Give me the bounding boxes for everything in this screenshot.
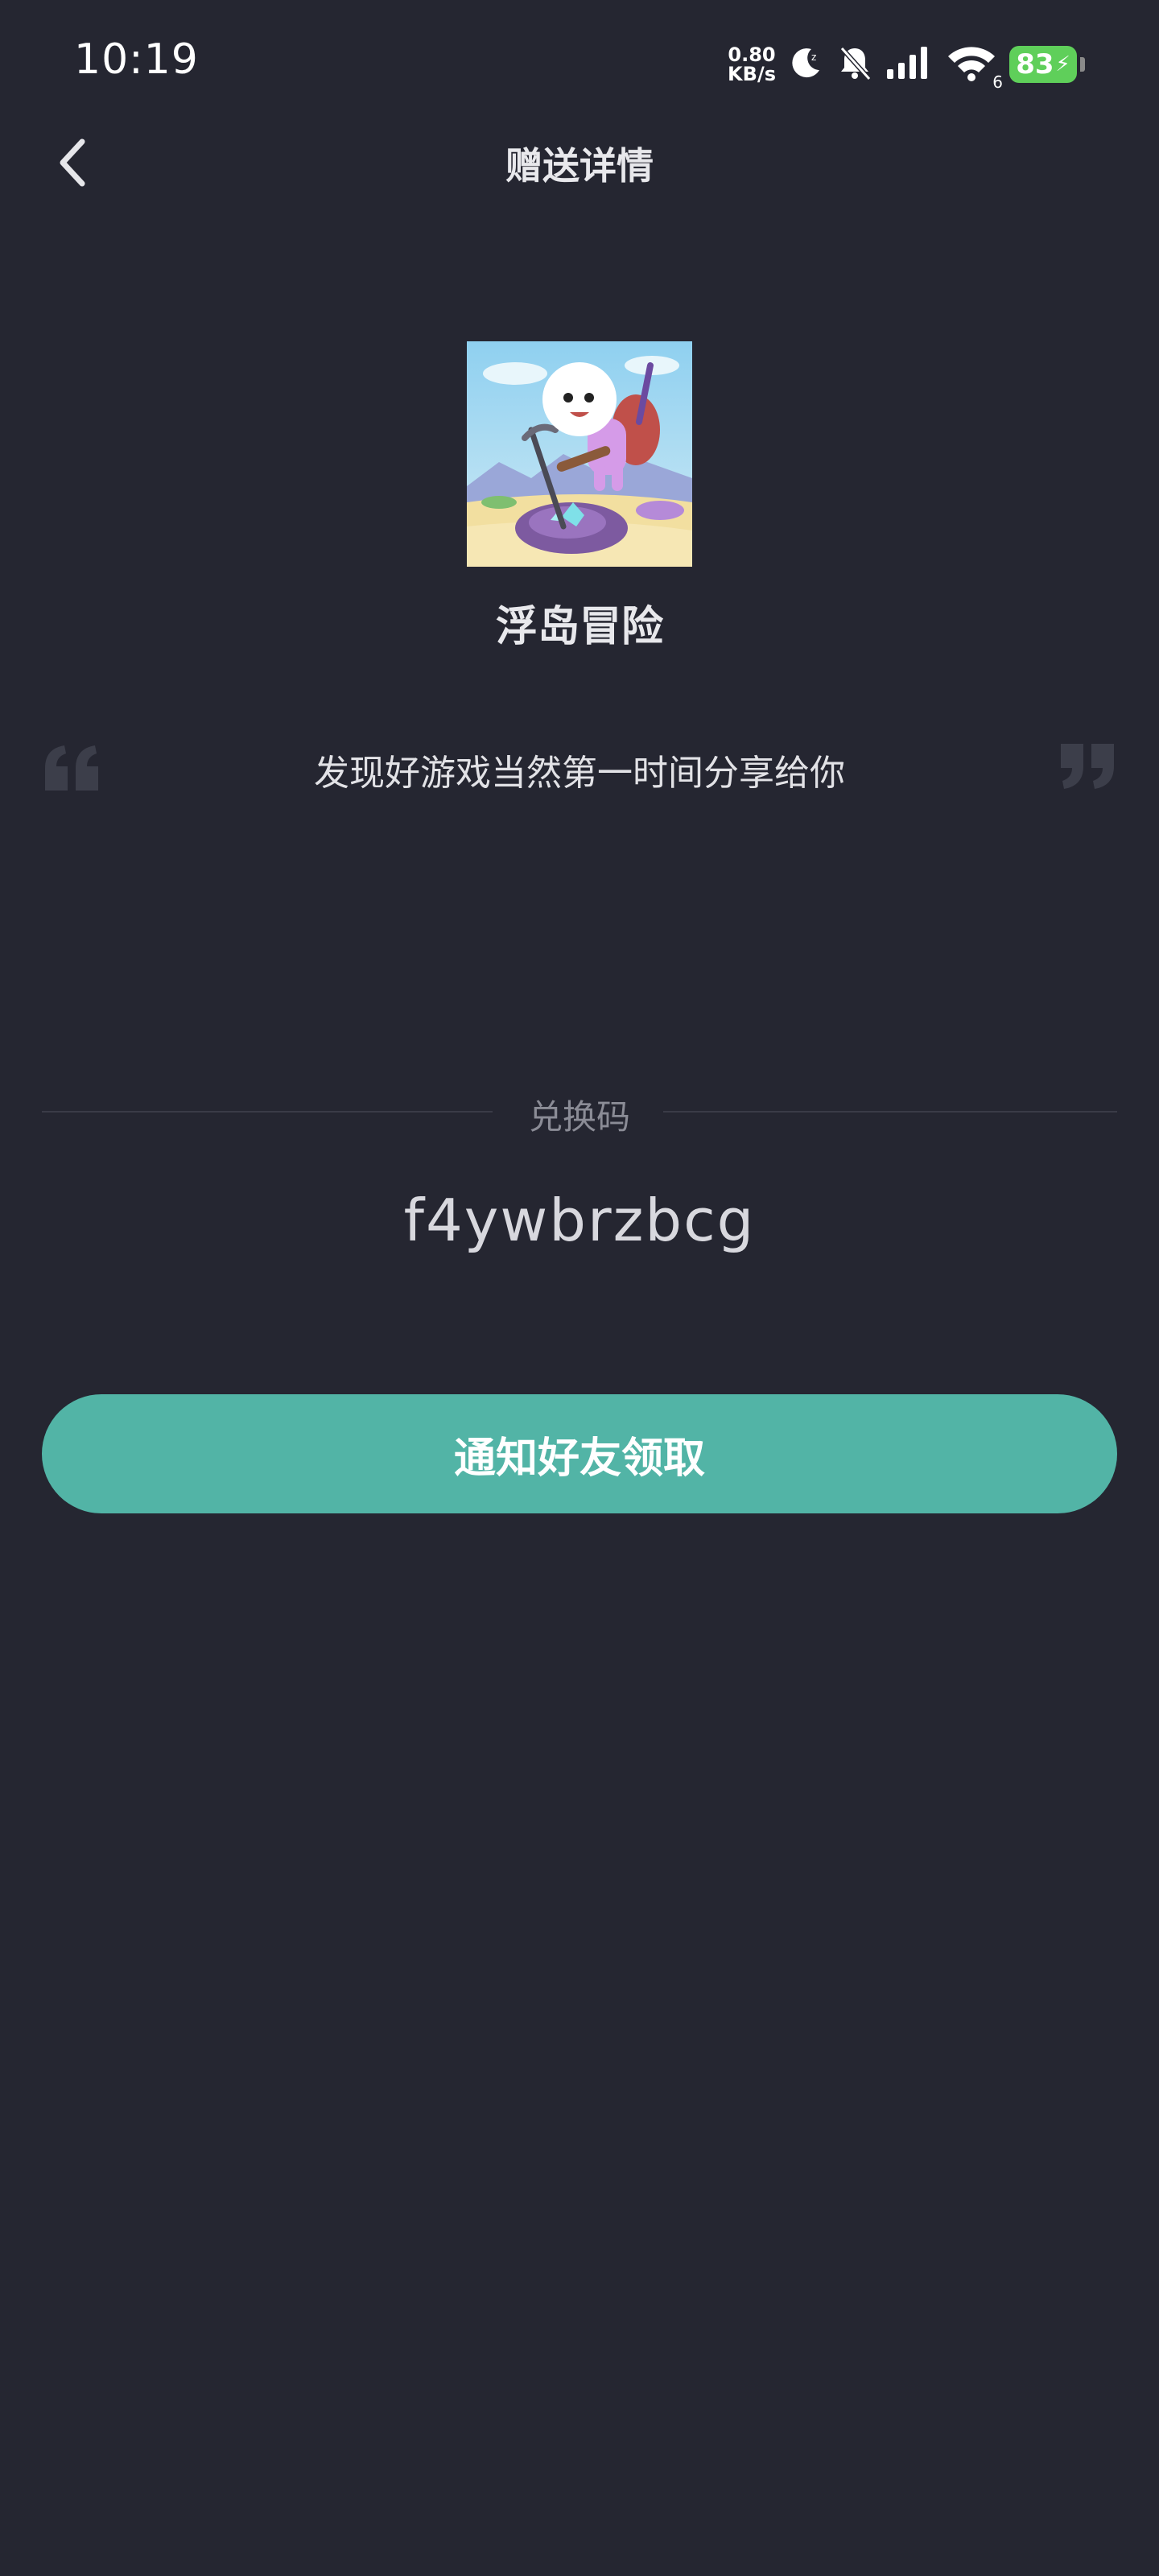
- status-icons: 0.80 KB/s z 6 83 ⚡: [728, 42, 1085, 92]
- gift-message: 发现好游戏当然第一时间分享给你: [314, 753, 845, 794]
- signal-icon: [885, 45, 934, 84]
- network-speed: 0.80 KB/s: [728, 45, 776, 84]
- divider-right: [663, 1111, 1117, 1113]
- quote-close-icon: [1058, 744, 1117, 794]
- status-time: 10:19: [74, 35, 199, 84]
- redeem-code-label: 兑换码: [528, 1097, 630, 1137]
- do-not-disturb-icon: z: [787, 44, 824, 85]
- svg-text:z: z: [811, 52, 816, 63]
- bell-muted-icon: [835, 43, 874, 85]
- notify-friend-button[interactable]: 通知好友领取: [42, 1394, 1117, 1513]
- game-icon[interactable]: [467, 341, 692, 567]
- battery-indicator: 83 ⚡: [1009, 46, 1077, 83]
- battery-tip: [1080, 57, 1085, 72]
- redeem-code[interactable]: f4ywbrzbcg: [0, 1187, 1159, 1254]
- status-bar: 10:19 0.80 KB/s z 6 83 ⚡: [0, 0, 1159, 129]
- network-speed-value: 0.80: [728, 43, 776, 66]
- charging-icon: ⚡: [1055, 52, 1070, 76]
- wifi-icon: 6: [945, 43, 1003, 92]
- wifi-badge: 6: [992, 72, 1003, 92]
- page-title: 赠送详情: [505, 144, 654, 188]
- battery-level: 83: [1016, 48, 1054, 80]
- network-speed-unit: KB/s: [728, 63, 776, 85]
- game-name: 浮岛冒险: [495, 603, 663, 651]
